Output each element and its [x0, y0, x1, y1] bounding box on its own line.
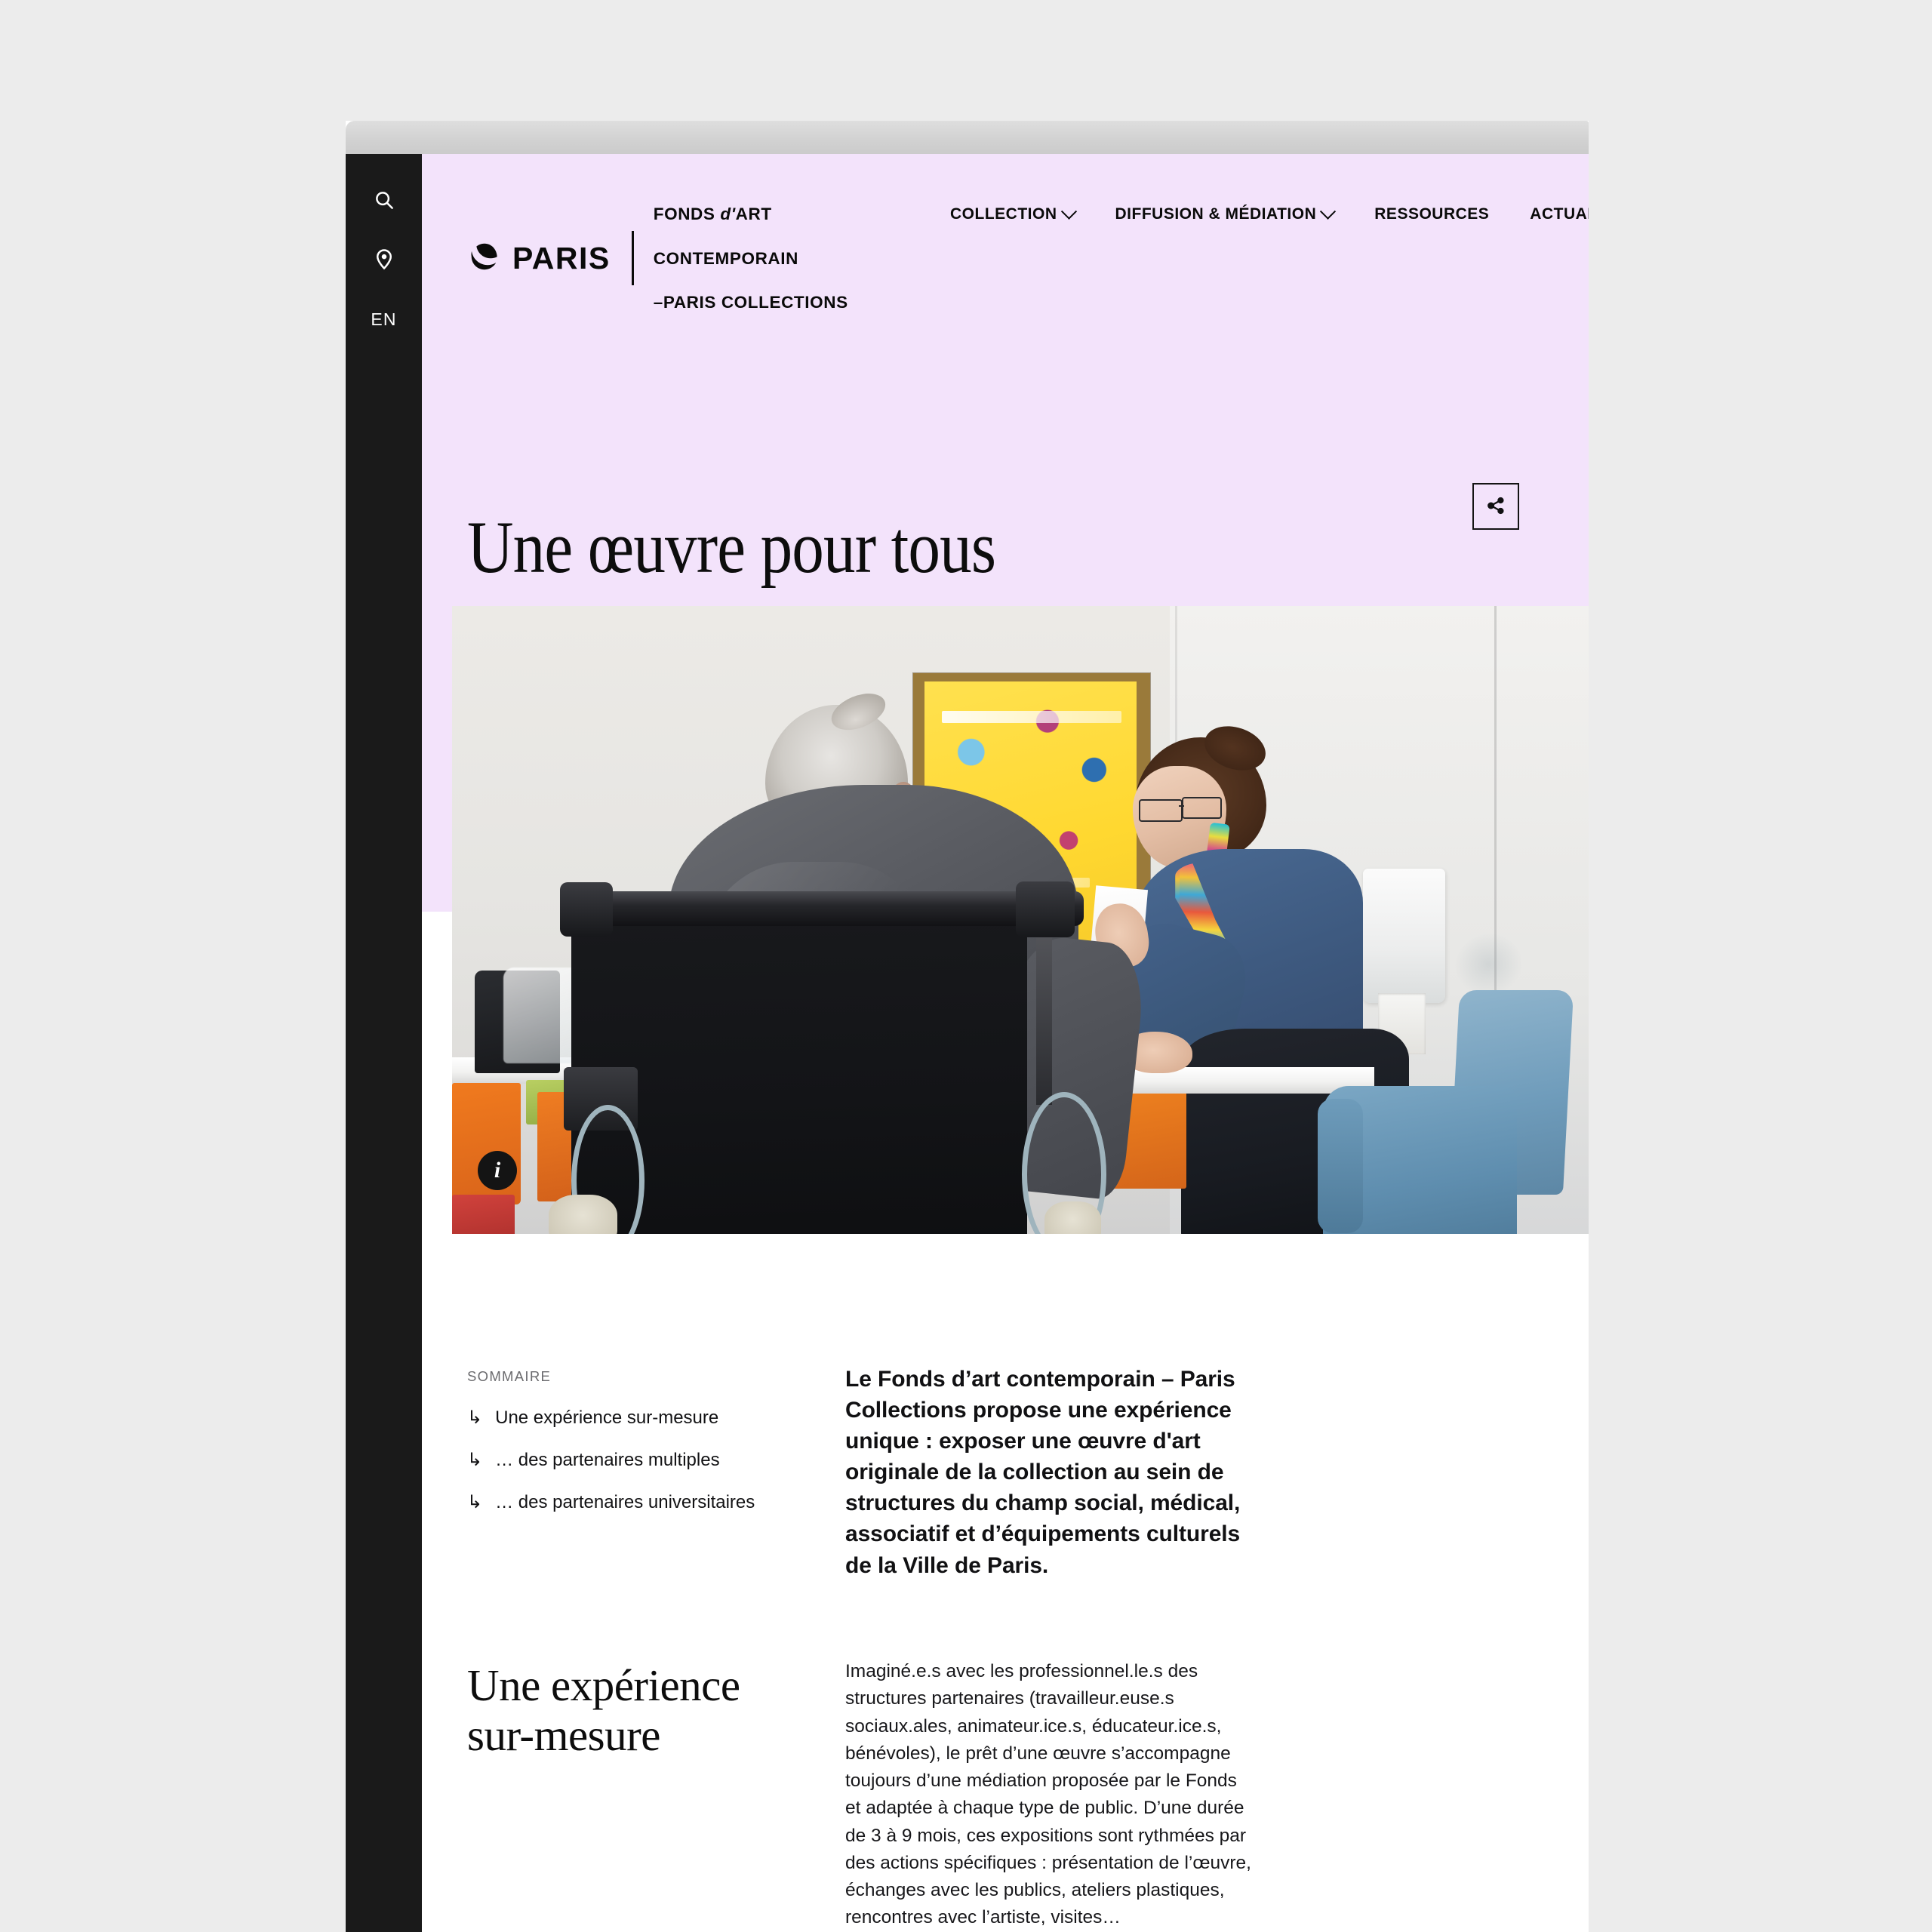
main-nav: COLLECTION DIFFUSION & MÉDIATION RESSOUR… — [950, 154, 1589, 275]
nav-item-diffusion-mediation[interactable]: DIFFUSION & MÉDIATION — [1115, 203, 1337, 223]
photo-wheelchair-post-right — [1036, 926, 1053, 1106]
nav-item-actualites[interactable]: ACTUALITÉS — [1530, 205, 1589, 223]
photo-wheelchair-grip-left — [560, 882, 613, 937]
brand-sub-a: FONDS — [653, 205, 721, 224]
nav-item-ressources-label: RESSOURCES — [1374, 205, 1490, 223]
toc-item-2-label: … des partenaires multiples — [495, 1449, 720, 1470]
nav-item-ressources[interactable]: RESSOURCES — [1374, 205, 1489, 223]
location-pin-icon[interactable] — [346, 235, 422, 282]
article-content: SOMMAIRE ↳ Une expérience sur-mesure ↳ …… — [422, 1234, 1589, 1932]
chevron-down-icon — [1060, 203, 1077, 220]
nav-item-actualites-label: ACTUALITÉS — [1530, 205, 1589, 223]
photo-woman-glasses-bridge — [1179, 804, 1185, 807]
article-body-paragraph: Imaginé.e.s avec les professionnel.le.s … — [845, 1661, 1251, 1928]
nav-item-collection[interactable]: COLLECTION — [950, 203, 1077, 223]
browser-window: EN PARIS FONDS d'ART CONTEMPORAIN –PARIS… — [346, 121, 1589, 1932]
photo-woman-glasses-left — [1138, 799, 1183, 823]
toc-item-1[interactable]: ↳ Une expérience sur-mesure — [467, 1407, 784, 1429]
hero-photo: i — [452, 606, 1589, 1246]
brand-subtitle-line-3: –PARIS COLLECTIONS — [653, 293, 848, 312]
brand-subtitle-line-1: FONDS d'ART — [654, 203, 848, 225]
nav-item-diffusion-mediation-label: DIFFUSION & MÉDIATION — [1115, 205, 1317, 223]
brand-logo[interactable]: PARIS FONDS d'ART CONTEMPORAIN –PARIS CO… — [467, 181, 848, 336]
article-lead-paragraph: Le Fonds d’art contemporain – Paris Coll… — [845, 1367, 1241, 1578]
arrow-down-right-icon: ↳ — [467, 1491, 483, 1512]
photo-paper-dispenser — [1363, 868, 1445, 1003]
toc-item-2[interactable]: ↳ … des partenaires multiples — [467, 1450, 784, 1472]
photo-chair-blue-arm — [1317, 1098, 1364, 1234]
brand-mark: PARIS — [467, 239, 611, 278]
chevron-down-icon — [1320, 203, 1337, 220]
brand-subtitle-line-2: CONTEMPORAIN — [653, 248, 798, 268]
paris-boat-icon — [467, 239, 502, 278]
hero-photo-image — [452, 606, 1589, 1246]
brand-wordmark: PARIS — [512, 240, 611, 275]
photo-light-reflection-1 — [941, 711, 1122, 724]
toc-label: SOMMAIRE — [467, 1368, 552, 1384]
toc-item-1-label: Une expérience sur-mesure — [495, 1407, 719, 1428]
nav-item-collection-label: COLLECTION — [950, 205, 1057, 223]
left-rail: EN — [346, 154, 422, 1932]
content-grid: SOMMAIRE ↳ Une expérience sur-mesure ↳ …… — [422, 1234, 1589, 1932]
share-button[interactable] — [1472, 483, 1519, 530]
page-root: EN PARIS FONDS d'ART CONTEMPORAIN –PARIS… — [0, 0, 1932, 1932]
share-icon — [1485, 495, 1506, 518]
brand-divider — [631, 231, 634, 286]
table-of-contents: SOMMAIRE ↳ Une expérience sur-mesure ↳ …… — [467, 1368, 784, 1534]
arrow-down-right-icon: ↳ — [467, 1407, 483, 1428]
photo-info-icon[interactable]: i — [478, 1151, 517, 1190]
brand-sub-b: ART — [735, 205, 772, 224]
language-toggle[interactable]: EN — [346, 296, 422, 343]
section-heading: Une expérience sur-mesure — [467, 1660, 740, 1761]
toc-item-3[interactable]: ↳ … des partenaires universitaires — [467, 1492, 784, 1514]
brand-subtitle: FONDS d'ART CONTEMPORAIN –PARIS COLLECTI… — [654, 181, 848, 336]
search-icon[interactable] — [346, 177, 422, 223]
site-viewport: EN PARIS FONDS d'ART CONTEMPORAIN –PARIS… — [346, 154, 1589, 1932]
photo-wheelchair-grip-right — [1015, 881, 1075, 938]
arrow-down-right-icon: ↳ — [467, 1449, 483, 1470]
site-header: PARIS FONDS d'ART CONTEMPORAIN –PARIS CO… — [422, 154, 1589, 312]
photo-wheelchair-handle-bar — [560, 891, 1084, 926]
page-title: Une œuvre pour tous — [467, 506, 996, 589]
photo-woman-glasses-right — [1182, 796, 1222, 820]
toc-item-3-label: … des partenaires universitaires — [495, 1491, 755, 1512]
brand-sub-em: d' — [720, 205, 736, 224]
browser-chrome-bar[interactable] — [346, 121, 1589, 154]
